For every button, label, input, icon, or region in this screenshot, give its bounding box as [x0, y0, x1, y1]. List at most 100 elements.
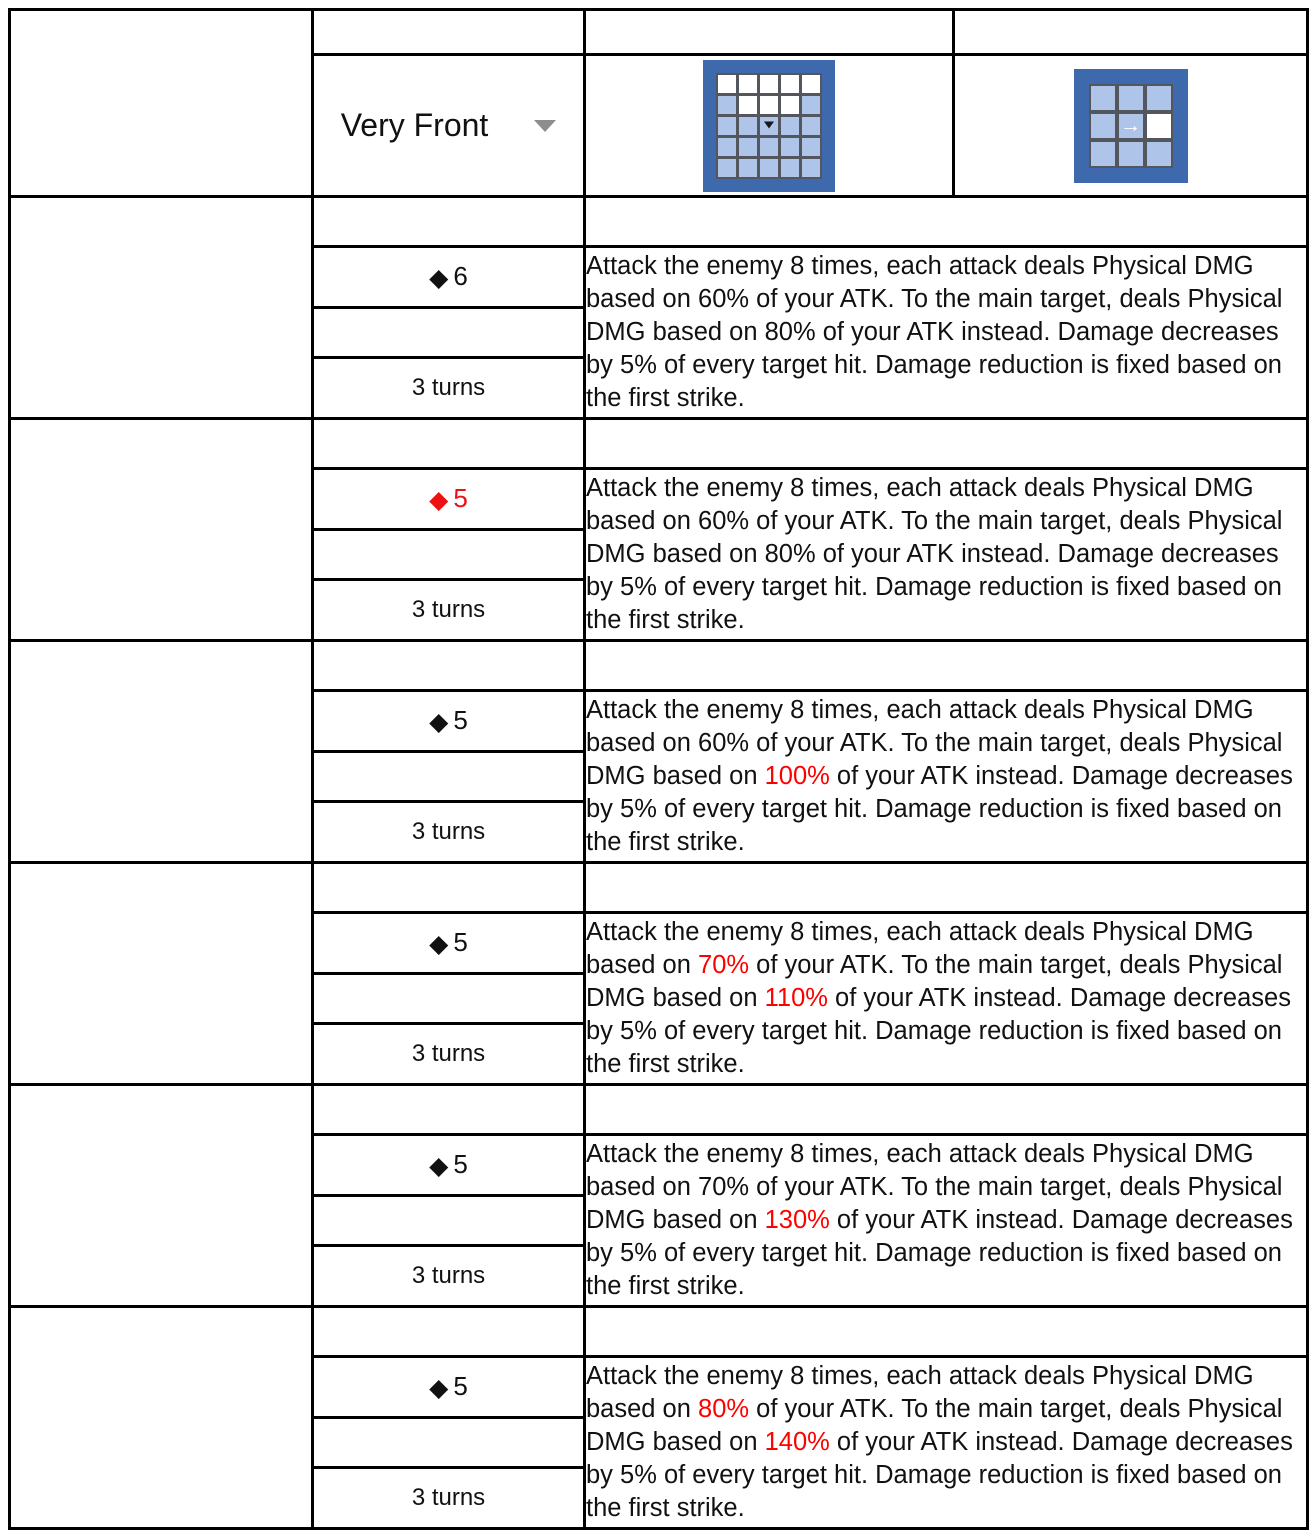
upgrade-label-5: +5 Upgrade — [8, 1304, 314, 1531]
skill-effect-header: Skill Effect — [583, 1304, 1309, 1359]
knockback-grid-cell — [1090, 141, 1115, 166]
range-grid-cell — [760, 137, 778, 156]
skill-effect-text: Attack the enemy 8 times, each attack de… — [583, 1355, 1309, 1530]
arrow-right-icon — [1118, 113, 1143, 138]
skill-name-line1: Deal Snatcher — [57, 66, 265, 102]
range-grid-5x5-icon — [703, 59, 835, 192]
range-grid-cell — [781, 74, 799, 93]
sp-header: SP — [311, 416, 586, 471]
knockback-grid-cell — [1118, 141, 1143, 166]
range-grid-cell — [781, 116, 799, 135]
knockback-grid-3x3-icon — [1073, 68, 1188, 183]
target-select[interactable]: Very Front — [311, 53, 586, 198]
range-grid-cell — [739, 95, 757, 114]
skill-effect-highlight: 110% — [764, 983, 828, 1012]
sp-header: SP — [311, 860, 586, 915]
cooldown-value: 3 turns — [311, 1466, 586, 1530]
diamond-icon: ◆ — [429, 1374, 449, 1403]
skill-effect-highlight: 100% — [764, 761, 830, 790]
skill-effect-text: Attack the enemy 8 times, each attack de… — [583, 245, 1309, 420]
sp-value: 5 — [453, 705, 468, 736]
diamond-icon: ◆ — [429, 930, 449, 959]
sp-value: 5 — [453, 1371, 468, 1402]
knockback-grid-cell — [1146, 85, 1171, 110]
upgrade-row: +0 Upgrade SP Skill Effect — [8, 194, 1309, 420]
skill-table-sheet: Deal Snatcher Luvencia Target Range Knockbac… — [0, 0, 1312, 1536]
diamond-icon: ◆ — [429, 264, 449, 293]
sp-value-cell: ◆ 6 — [311, 245, 586, 309]
skill-effect-text: Attack the enemy 8 times, each attack de… — [583, 689, 1309, 864]
skill-effect-highlight: 80% — [698, 1394, 750, 1423]
skill-effect-highlight: 140% — [764, 1428, 830, 1456]
range-grid-cell — [802, 74, 820, 93]
sp-value-cell: ◆ 5 — [311, 1133, 586, 1197]
range-grid-cell — [718, 95, 736, 114]
sp-value: 5 — [453, 927, 468, 958]
upgrade-label-1: +1 Upgrade — [8, 416, 314, 642]
cooldown-value: 3 turns — [311, 1022, 586, 1086]
sp-header: SP — [311, 1082, 586, 1137]
cooldown-header: Cooldown — [311, 749, 586, 804]
range-grid-cell — [718, 158, 736, 177]
cooldown-value: 3 turns — [311, 1244, 586, 1308]
range-icon-wrap — [586, 56, 952, 194]
skill-effect-segment: Attack the enemy 8 times, each attack de… — [586, 251, 1283, 413]
range-grid-cell — [781, 158, 799, 177]
upgrade-row: +1 Upgrade SP Skill Effect — [8, 416, 1309, 642]
range-grid-cell — [739, 74, 757, 93]
upgrade-label-4: +4 Upgrade — [8, 1082, 314, 1308]
cooldown-value: 3 turns — [311, 800, 586, 864]
cooldown-value: 3 turns — [311, 578, 586, 642]
range-grid-cell — [760, 158, 778, 177]
chevron-down-icon[interactable] — [534, 119, 557, 132]
knockback-target-cell — [1146, 113, 1171, 138]
column-header-range: Range — [583, 7, 955, 57]
skill-effect-header: Skill Effect — [583, 416, 1309, 471]
skill-effect-text: Attack the enemy 8 times, each attack de… — [583, 1133, 1309, 1308]
knockback-grid-cell — [1118, 85, 1143, 110]
cooldown-value: 3 turns — [311, 356, 586, 420]
skill-effect-highlight: 70% — [698, 950, 750, 979]
sp-value-cell: ◆ 5 — [311, 1355, 586, 1419]
upgrade-label-0: +0 Upgrade — [8, 194, 314, 420]
range-grid — [716, 72, 822, 179]
knockback-grid-cell — [1090, 85, 1115, 110]
skill-effect-header: Skill Effect — [583, 638, 1309, 693]
knockback-cell — [952, 53, 1309, 198]
range-grid-cell — [781, 137, 799, 156]
range-grid-cell — [781, 95, 799, 114]
sp-value: 5 — [453, 1149, 468, 1180]
header-row: Deal Snatcher Luvencia Target Range Knockbac… — [8, 7, 1309, 198]
sp-value: 6 — [453, 261, 468, 292]
upgrade-label-2: +2 Upgrade — [8, 638, 314, 864]
cooldown-header: Cooldown — [311, 971, 586, 1026]
skill-effect-segment: Attack the enemy 8 times, each attack de… — [586, 473, 1283, 635]
upgrade-row: +5 Upgrade SP Skill Effect — [8, 1304, 1309, 1531]
skill-effect-header: Skill Effect — [583, 194, 1309, 249]
range-grid-cell — [718, 74, 736, 93]
skill-effect-header: Skill Effect — [583, 860, 1309, 915]
sp-header: SP — [311, 194, 586, 249]
sp-header: SP — [311, 1304, 586, 1359]
skill-effect-text: Attack the enemy 8 times, each attack de… — [583, 911, 1309, 1086]
range-grid-cell — [739, 137, 757, 156]
upgrade-label-3: +3 Upgrade — [8, 860, 314, 1086]
diamond-icon: ◆ — [429, 1152, 449, 1181]
skill-effect-text: Attack the enemy 8 times, each attack de… — [583, 467, 1309, 642]
cooldown-header: Cooldown — [311, 1415, 586, 1470]
caster-marker-icon — [760, 116, 778, 135]
target-value: Very Front — [340, 107, 489, 144]
range-grid-cell — [718, 116, 736, 135]
range-grid-cell — [739, 158, 757, 177]
knockback-grid-cell — [1090, 113, 1115, 138]
cooldown-header: Cooldown — [311, 1193, 586, 1248]
range-grid-cell — [718, 137, 736, 156]
range-grid-cell — [802, 95, 820, 114]
diamond-icon: ◆ — [429, 486, 449, 515]
sp-header: SP — [311, 638, 586, 693]
range-grid-cell — [760, 74, 778, 93]
cooldown-header: Cooldown — [311, 527, 586, 582]
cooldown-header: Cooldown — [311, 305, 586, 360]
upgrade-row: +3 Upgrade SP Skill Effect — [8, 860, 1309, 1086]
column-header-target: Target — [311, 7, 586, 57]
